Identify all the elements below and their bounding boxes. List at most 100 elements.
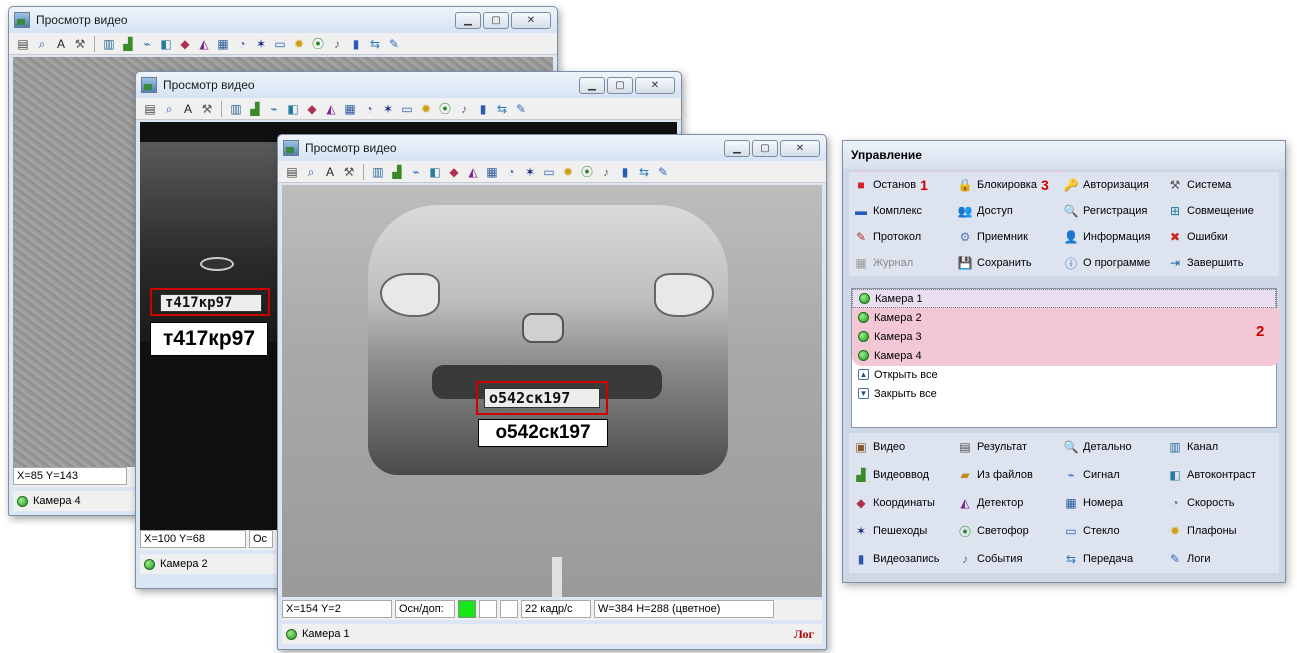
panel-button-merge[interactable]: ⊞ Совмещение xyxy=(1163,198,1273,224)
close-button[interactable]: ✕ xyxy=(635,76,675,94)
minimize-button[interactable]: ▁ xyxy=(455,11,481,29)
panel-button-tools[interactable]: ⚒ Система xyxy=(1163,172,1273,198)
toolbar-channel-icon[interactable]: ▥ xyxy=(228,101,244,117)
panel-button-result[interactable]: ▤ Результат xyxy=(953,433,1059,461)
toolbar-numbers-icon[interactable]: ▦ xyxy=(484,164,500,180)
panel-button-glass[interactable]: ▭ Стекло xyxy=(1059,517,1163,545)
close-button[interactable]: ✕ xyxy=(511,11,551,29)
panel-button-speed[interactable]: ◔ Скорость xyxy=(1163,489,1273,517)
toolbar-result-icon[interactable]: ▤ xyxy=(142,101,158,117)
toolbar-numbers-icon[interactable]: ▦ xyxy=(215,36,231,52)
toolbar-videorecord-icon[interactable]: ▮ xyxy=(475,101,491,117)
toolbar-events-icon[interactable]: ♪ xyxy=(598,164,614,180)
panel-button-signal[interactable]: ⌁ Сигнал xyxy=(1059,461,1163,489)
toolbar-videoinput-icon[interactable]: ▟ xyxy=(389,164,405,180)
toolbar-glass-icon[interactable]: ▭ xyxy=(399,101,415,117)
toolbar-lamp-icon[interactable]: ✹ xyxy=(418,101,434,117)
open-all-item[interactable]: ▲ Открыть все xyxy=(852,365,1276,384)
toolbar-tools-icon[interactable]: ⚒ xyxy=(72,36,88,52)
panel-button-lamp[interactable]: ✹ Плафоны xyxy=(1163,517,1273,545)
panel-button-detail[interactable]: 🔍 Детально xyxy=(1059,433,1163,461)
toolbar-signal-icon[interactable]: ⌁ xyxy=(139,36,155,52)
panel-button-lock[interactable]: 🔒 Блокировка 3 xyxy=(953,172,1059,198)
minimize-button[interactable]: ▁ xyxy=(724,139,750,157)
panel-button-journal[interactable]: ▦ Журнал xyxy=(849,250,953,276)
toolbar-logs-icon[interactable]: ✎ xyxy=(655,164,671,180)
panel-button-about[interactable]: ⓘ О программе xyxy=(1059,250,1163,276)
toolbar-transfer-icon[interactable]: ⇆ xyxy=(636,164,652,180)
toolbar-events-icon[interactable]: ♪ xyxy=(329,36,345,52)
maximize-button[interactable]: ▢ xyxy=(483,11,509,29)
toolbar-coordinates-icon[interactable]: ◆ xyxy=(177,36,193,52)
toolbar-tools-icon[interactable]: ⚒ xyxy=(341,164,357,180)
toolbar-videorecord-icon[interactable]: ▮ xyxy=(348,36,364,52)
camera-list-item[interactable]: Камера 2 xyxy=(852,308,1276,327)
title-bar[interactable]: Просмотр видео ▁ ▢ ✕ xyxy=(278,135,826,161)
toolbar-result-icon[interactable]: ▤ xyxy=(284,164,300,180)
panel-button-channel[interactable]: ▥ Канал xyxy=(1163,433,1273,461)
camera-list-item[interactable]: Камера 4 xyxy=(852,346,1276,365)
toolbar-coordinates-icon[interactable]: ◆ xyxy=(304,101,320,117)
toolbar-glass-icon[interactable]: ▭ xyxy=(272,36,288,52)
camera-list-item[interactable]: Камера 1 xyxy=(852,289,1276,308)
toolbar-font-icon[interactable]: A xyxy=(180,101,196,117)
toolbar-search-icon[interactable]: ⌕ xyxy=(303,164,319,180)
toolbar-glass-icon[interactable]: ▭ xyxy=(541,164,557,180)
toolbar-detector-icon[interactable]: ◭ xyxy=(196,36,212,52)
panel-button-computer[interactable]: ▬ Комплекс xyxy=(849,198,953,224)
toolbar-font-icon[interactable]: A xyxy=(53,36,69,52)
toolbar-result-icon[interactable]: ▤ xyxy=(15,36,31,52)
toolbar-signal-icon[interactable]: ⌁ xyxy=(408,164,424,180)
toolbar-speed-icon[interactable]: ◔ xyxy=(503,164,519,180)
panel-button-users[interactable]: 👥 Доступ xyxy=(953,198,1059,224)
panel-button-video[interactable]: ▣ Видео xyxy=(849,433,953,461)
camera-list-item[interactable]: Камера 3 xyxy=(852,327,1276,346)
close-button[interactable]: ✕ xyxy=(780,139,820,157)
toolbar-pedestrian-icon[interactable]: ✶ xyxy=(380,101,396,117)
toolbar-speed-icon[interactable]: ◔ xyxy=(234,36,250,52)
toolbar-logs-icon[interactable]: ✎ xyxy=(513,101,529,117)
toolbar-search-icon[interactable]: ⌕ xyxy=(161,101,177,117)
toolbar-coordinates-icon[interactable]: ◆ xyxy=(446,164,462,180)
panel-button-coordinates[interactable]: ◆ Координаты xyxy=(849,489,953,517)
panel-button-info-person[interactable]: 👤 Информация xyxy=(1059,224,1163,250)
toolbar-detector-icon[interactable]: ◭ xyxy=(465,164,481,180)
log-link[interactable]: Лог xyxy=(794,627,814,642)
panel-button-pedestrian[interactable]: ✶ Пешеходы xyxy=(849,517,953,545)
panel-button-receiver[interactable]: ⚙ Приемник xyxy=(953,224,1059,250)
toolbar-traffic-light-icon[interactable]: ⦿ xyxy=(310,36,326,52)
toolbar-videorecord-icon[interactable]: ▮ xyxy=(617,164,633,180)
toolbar-numbers-icon[interactable]: ▦ xyxy=(342,101,358,117)
panel-button-videoinput[interactable]: ▟ Видеоввод xyxy=(849,461,953,489)
panel-button-detector[interactable]: ◭ Детектор xyxy=(953,489,1059,517)
panel-button-register[interactable]: 🔍 Регистрация xyxy=(1059,198,1163,224)
panel-button-traffic-light[interactable]: ⦿ Светофор xyxy=(953,517,1059,545)
toolbar-autocontrast-icon[interactable]: ◧ xyxy=(427,164,443,180)
toolbar-lamp-icon[interactable]: ✹ xyxy=(291,36,307,52)
title-bar[interactable]: Просмотр видео ▁ ▢ ✕ xyxy=(9,7,557,33)
minimize-button[interactable]: ▁ xyxy=(579,76,605,94)
toolbar-videoinput-icon[interactable]: ▟ xyxy=(247,101,263,117)
toolbar-detector-icon[interactable]: ◭ xyxy=(323,101,339,117)
panel-button-events[interactable]: ♪ События xyxy=(953,545,1059,573)
toolbar-font-icon[interactable]: A xyxy=(322,164,338,180)
panel-button-autocontrast[interactable]: ◧ Автоконтраст xyxy=(1163,461,1273,489)
toolbar-signal-icon[interactable]: ⌁ xyxy=(266,101,282,117)
toolbar-channel-icon[interactable]: ▥ xyxy=(101,36,117,52)
video-frame[interactable]: о542ск197 о542ск197 xyxy=(282,185,822,597)
toolbar-logs-icon[interactable]: ✎ xyxy=(386,36,402,52)
toolbar-tools-icon[interactable]: ⚒ xyxy=(199,101,215,117)
toolbar-pedestrian-icon[interactable]: ✶ xyxy=(253,36,269,52)
toolbar-channel-icon[interactable]: ▥ xyxy=(370,164,386,180)
toolbar-transfer-icon[interactable]: ⇆ xyxy=(494,101,510,117)
maximize-button[interactable]: ▢ xyxy=(607,76,633,94)
panel-button-stop[interactable]: ■ Останов 1 xyxy=(849,172,953,198)
toolbar-traffic-light-icon[interactable]: ⦿ xyxy=(579,164,595,180)
toolbar-lamp-icon[interactable]: ✹ xyxy=(560,164,576,180)
toolbar-autocontrast-icon[interactable]: ◧ xyxy=(158,36,174,52)
panel-button-numbers[interactable]: ▦ Номера xyxy=(1059,489,1163,517)
panel-button-key[interactable]: 🔑 Авторизация xyxy=(1059,172,1163,198)
close-all-item[interactable]: ▼ Закрыть все xyxy=(852,384,1276,403)
toolbar-autocontrast-icon[interactable]: ◧ xyxy=(285,101,301,117)
panel-button-logs[interactable]: ✎ Логи xyxy=(1163,545,1273,573)
